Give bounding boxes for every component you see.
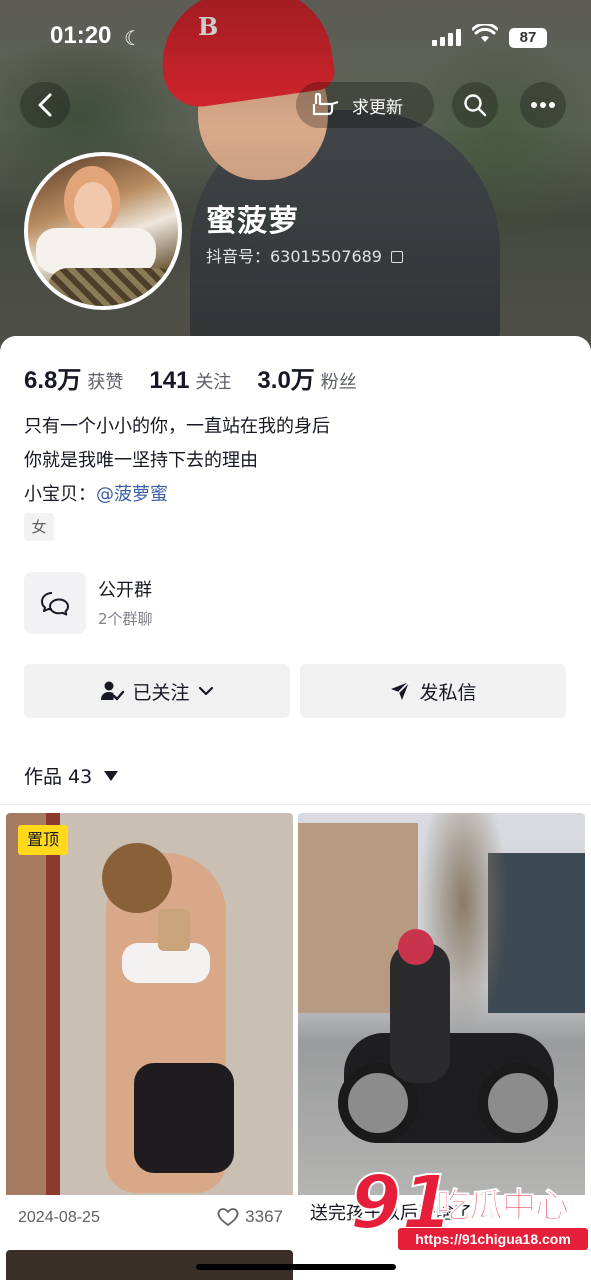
bio-mention-link[interactable]: @菠萝蜜	[96, 484, 168, 505]
video-card[interactable]: 置顶 2024-08-25 3367	[6, 813, 293, 1243]
more-dots-icon	[531, 102, 555, 108]
stat-following-value: 141	[149, 367, 190, 394]
chevron-down-icon	[198, 686, 213, 696]
watermark-url: https://91chigua18.com	[398, 1228, 588, 1250]
status-bar: 01:20 ☾ 87	[0, 22, 591, 56]
gender-tag: 女	[24, 513, 54, 541]
stat-followers-value: 3.0万	[257, 367, 315, 394]
watermark-text: 吃瓜中心	[436, 1186, 570, 1227]
works-tab[interactable]: 作品 43	[24, 762, 119, 789]
group-chat-icon	[24, 572, 86, 634]
thumb-helmet	[398, 929, 434, 965]
avatar-face	[74, 182, 112, 230]
watermark: 91 吃瓜中心 https://91chigua18.com	[349, 1159, 590, 1260]
video-likes: 3367	[217, 1207, 283, 1227]
thumb-hair	[102, 843, 172, 913]
bio-line-3: 小宝贝：@菠萝蜜	[24, 478, 330, 512]
user-check-icon	[101, 681, 125, 701]
search-button[interactable]	[452, 82, 498, 128]
stat-followers-label: 粉丝	[320, 372, 357, 393]
thumb-shorts	[134, 1063, 234, 1173]
group-subtitle: 2个群聊	[98, 610, 153, 628]
pinned-badge: 置顶	[18, 825, 68, 855]
avatar[interactable]	[24, 152, 182, 310]
status-time: 01:20	[50, 22, 112, 49]
thumb-phone	[158, 909, 190, 951]
stat-likes-label: 获赞	[87, 372, 124, 393]
thumb-wheel-rear	[478, 1063, 558, 1143]
moon-icon: ☾	[124, 26, 142, 50]
video-meta: 2024-08-25 3367	[6, 1195, 293, 1243]
copy-icon[interactable]	[391, 251, 404, 263]
bio-line-3-prefix: 小宝贝：	[24, 484, 96, 505]
bio-line-2: 你就是我唯一坚持下去的理由	[24, 450, 258, 471]
stat-likes-value: 6.8万	[24, 367, 82, 394]
douyin-id-text: 抖音号：63015507689	[206, 247, 382, 266]
profile-stats: 6.8万 获赞 141 关注 3.0万 粉丝	[24, 360, 383, 395]
stat-following-label: 关注	[195, 372, 232, 393]
wifi-icon	[472, 24, 498, 42]
caret-down-icon	[104, 770, 119, 781]
profile-name: 蜜菠萝	[206, 204, 299, 239]
stat-likes[interactable]: 6.8万 获赞	[24, 360, 123, 395]
douyin-id[interactable]: 抖音号：63015507689	[206, 243, 404, 267]
followed-button[interactable]: 已关注	[24, 664, 290, 718]
heart-icon	[217, 1208, 239, 1226]
home-indicator[interactable]	[196, 1264, 396, 1270]
profile-bio: 只有一个小小的你，一直站在我的身后 你就是我唯一坚持下去的理由 小宝贝：@菠萝蜜	[24, 410, 330, 512]
followed-label: 已关注	[132, 681, 190, 704]
cellular-signal-icon	[432, 28, 461, 46]
group-title: 公开群	[98, 580, 152, 601]
section-divider	[0, 804, 591, 805]
request-update-label: 求更新	[352, 97, 403, 118]
video-thumbnail	[298, 813, 585, 1195]
send-icon	[391, 681, 411, 700]
send-message-label: 发私信	[419, 681, 477, 704]
send-message-button[interactable]: 发私信	[300, 664, 566, 718]
chevron-left-icon	[38, 93, 52, 117]
video-date: 2024-08-25	[18, 1209, 100, 1226]
stat-followers[interactable]: 3.0万 粉丝	[257, 360, 356, 395]
hand-pointer-icon	[312, 92, 339, 116]
public-group-entry[interactable]: 公开群 2个群聊	[24, 572, 564, 636]
thumb-door-frame	[46, 813, 60, 1195]
search-icon	[464, 94, 487, 117]
request-update-button[interactable]: 求更新	[296, 82, 434, 128]
more-button[interactable]	[520, 82, 566, 128]
back-button[interactable]	[20, 82, 70, 128]
bio-line-1: 只有一个小小的你，一直站在我的身后	[24, 416, 330, 437]
stat-following[interactable]: 141 关注	[149, 367, 231, 395]
avatar-legs	[48, 268, 178, 306]
works-count-label: 作品 43	[24, 766, 93, 788]
battery-indicator: 87	[509, 28, 547, 48]
video-thumbnail	[6, 813, 293, 1195]
video-likes-count: 3367	[245, 1207, 283, 1226]
